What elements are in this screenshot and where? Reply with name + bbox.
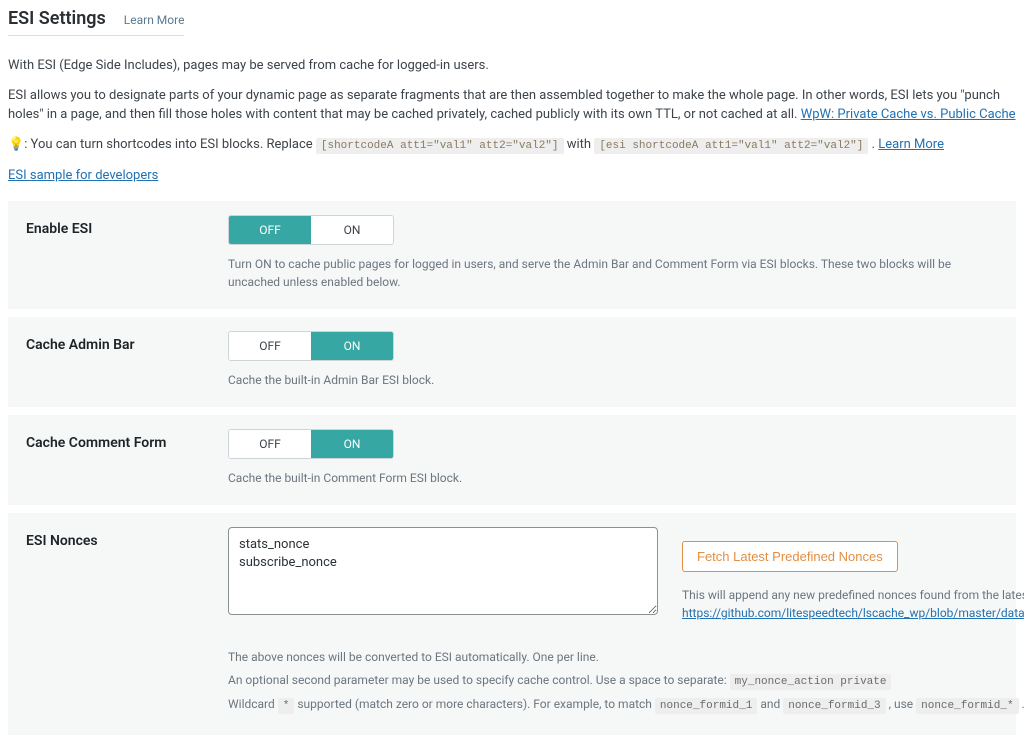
help3a: Wildcard xyxy=(228,697,278,711)
help3-code3: nonce_formid_3 xyxy=(783,698,885,714)
esi-nonces-label: ESI Nonces xyxy=(26,527,204,549)
tip-learn-more-link[interactable]: Learn More xyxy=(878,137,944,152)
cache-admin-bar-label: Cache Admin Bar xyxy=(26,331,204,353)
help3d: , use xyxy=(889,697,917,711)
help3-code2: nonce_formid_1 xyxy=(655,698,757,714)
tip-mid: with xyxy=(567,137,595,152)
setting-cache-admin-bar: Cache Admin Bar OFF ON Cache the built-i… xyxy=(8,317,1016,407)
enable-esi-label: Enable ESI xyxy=(26,215,204,237)
help3b: supported (match zero or more characters… xyxy=(297,697,655,711)
page-title: ESI Settings xyxy=(8,8,106,29)
cache-admin-bar-desc: Cache the built-in Admin Bar ESI block. xyxy=(228,371,998,389)
shortcode-after: [esi shortcodeA att1="val1" att2="val2"] xyxy=(594,138,868,154)
fetch-desc-text: This will append any new predefined nonc… xyxy=(682,588,1024,602)
esi-nonces-textarea[interactable] xyxy=(228,527,658,615)
esi-sample-link[interactable]: ESI sample for developers xyxy=(8,168,158,183)
tip-prefix: : You can turn shortcodes into ESI block… xyxy=(24,137,316,152)
lightbulb-icon: 💡 xyxy=(8,135,24,155)
help3-code4: nonce_formid_* xyxy=(916,698,1018,714)
help3-code1: * xyxy=(278,698,295,714)
cache-admin-bar-toggle[interactable]: OFF ON xyxy=(228,331,394,361)
cache-comment-form-label: Cache Comment Form xyxy=(26,429,204,451)
setting-cache-comment-form: Cache Comment Form OFF ON Cache the buil… xyxy=(8,415,1016,505)
intro-line-1: With ESI (Edge Side Includes), pages may… xyxy=(8,56,1016,76)
shortcode-before: [shortcodeA att1="val1" att2="val2"] xyxy=(316,138,564,154)
enable-esi-toggle[interactable]: OFF ON xyxy=(228,215,394,245)
nonces-help: The above nonces will be converted to ES… xyxy=(228,646,1024,717)
help2a: An optional second parameter may be used… xyxy=(228,673,730,687)
learn-more-link[interactable]: Learn More xyxy=(124,13,185,27)
setting-enable-esi: Enable ESI OFF ON Turn ON to cache publi… xyxy=(8,201,1016,309)
nonces-help-2: An optional second parameter may be used… xyxy=(228,669,1024,693)
cache-comment-form-on[interactable]: ON xyxy=(311,430,393,458)
cache-admin-bar-on[interactable]: ON xyxy=(311,332,393,360)
fetch-nonces-button[interactable]: Fetch Latest Predefined Nonces xyxy=(682,541,898,572)
fetch-nonces-desc: This will append any new predefined nonc… xyxy=(682,586,1024,622)
enable-esi-off[interactable]: OFF xyxy=(229,216,311,244)
intro-line-2: ESI allows you to designate parts of you… xyxy=(8,86,1016,125)
cache-comment-form-toggle[interactable]: OFF ON xyxy=(228,429,394,459)
nonces-help-3: Wildcard * supported (match zero or more… xyxy=(228,693,1024,717)
nonces-source-link[interactable]: https://github.com/litespeedtech/lscache… xyxy=(682,606,1024,620)
tip-line: 💡: You can turn shortcodes into ESI bloc… xyxy=(8,135,1016,155)
enable-esi-on[interactable]: ON xyxy=(311,216,393,244)
private-vs-public-link[interactable]: WpW: Private Cache vs. Public Cache xyxy=(801,107,1016,122)
cache-comment-form-desc: Cache the built-in Comment Form ESI bloc… xyxy=(228,469,998,487)
nonces-help-1: The above nonces will be converted to ES… xyxy=(228,646,1024,669)
setting-esi-nonces: ESI Nonces Fetch Latest Predefined Nonce… xyxy=(8,513,1016,735)
help3c: and xyxy=(760,697,783,711)
cache-admin-bar-off[interactable]: OFF xyxy=(229,332,311,360)
enable-esi-desc: Turn ON to cache public pages for logged… xyxy=(228,255,998,291)
cache-comment-form-off[interactable]: OFF xyxy=(229,430,311,458)
